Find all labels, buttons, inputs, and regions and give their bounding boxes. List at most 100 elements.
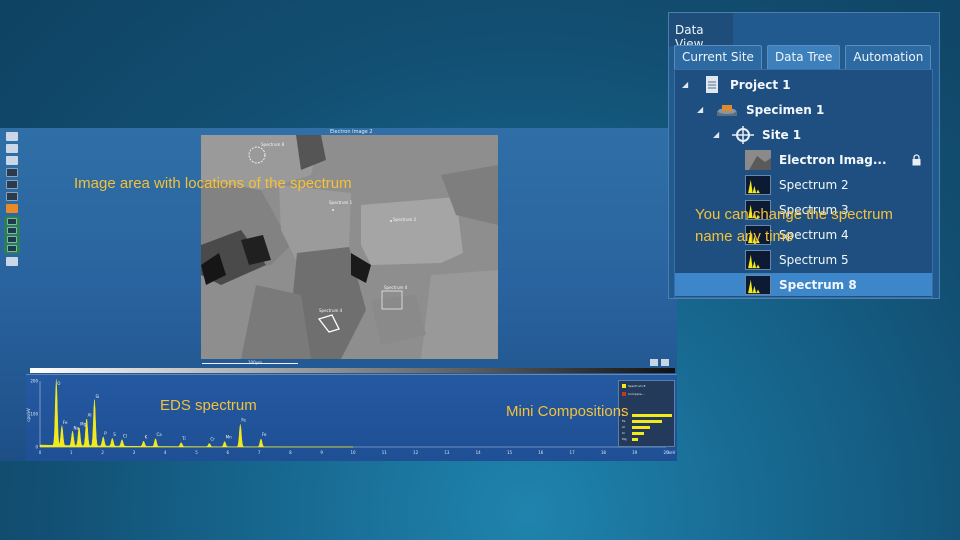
x-tick-label: 18 (601, 450, 607, 455)
tree-item-label: Spectrum 5 (779, 252, 849, 267)
peak-label: Fe (63, 420, 68, 425)
spectrum-icon (745, 249, 771, 270)
electron-image[interactable]: Spectrum 8 Spectrum 1 Spectrum 2 Spectru… (201, 135, 498, 359)
x-axis-unit: keV (668, 450, 676, 455)
ellipse-tool-icon[interactable] (6, 192, 18, 201)
peak-label: K (145, 435, 148, 440)
spectrum-marker-label: Spectrum 8 (261, 142, 285, 147)
element-label: Al (622, 425, 625, 429)
brightness-slider[interactable] (30, 368, 675, 373)
peak-label: Mn (226, 435, 232, 440)
x-tick-label: 6 (227, 450, 230, 455)
image-toolbar (2, 130, 22, 280)
peak-label: Fe (262, 432, 267, 437)
x-tick-label: 8 (289, 450, 292, 455)
data-tree: ◢ Project 1 ◢ Specimen 1 ◢ Site 1 Electr… (674, 69, 933, 298)
x-tick-label: 17 (570, 450, 576, 455)
series-swatch (622, 392, 626, 396)
freehand-tool-icon[interactable] (6, 204, 18, 213)
x-tick-label: 13 (444, 450, 450, 455)
data-view-panel: Data View Current Site Data Tree Automat… (668, 12, 940, 299)
lock-icon[interactable] (911, 153, 922, 166)
mini-series-row[interactable]: Spectrum 8 (622, 384, 645, 388)
y-axis-label: cps/eV (26, 408, 31, 422)
data-view-tabs: Current Site Data Tree Automation (674, 45, 932, 69)
x-tick-label: 1 (70, 450, 73, 455)
rectangle-tool-icon[interactable] (6, 180, 18, 189)
tab-automation[interactable]: Automation (845, 45, 932, 69)
acquire-area-icon[interactable] (7, 227, 17, 234)
tree-item-project[interactable]: ◢ Project 1 (675, 73, 932, 96)
tree-item-spectrum-selected[interactable]: Spectrum 8 (675, 273, 932, 296)
tree-item-spectrum[interactable]: Spectrum 5 (675, 248, 932, 271)
fit-icon[interactable] (661, 359, 669, 366)
x-tick-label: 5 (195, 450, 198, 455)
acquire-line-icon[interactable] (7, 236, 17, 243)
annotation-image-area: Image area with locations of the spectru… (74, 175, 352, 192)
peak-label: Cl (123, 433, 127, 438)
mini-series-row[interactable]: Compare... (622, 392, 644, 396)
x-tick-label: 7 (258, 450, 261, 455)
series-name: Spectrum 8 (628, 384, 646, 388)
series-swatch (622, 384, 626, 388)
tree-item-label: Project 1 (730, 77, 791, 92)
x-tick-label: 3 (133, 450, 136, 455)
collapse-arrow-icon[interactable]: ◢ (713, 130, 719, 139)
peak-label: P (104, 431, 107, 436)
spectrum-icon (745, 174, 771, 195)
tree-item-label: Site 1 (762, 127, 802, 142)
peak-label: Na (74, 425, 80, 430)
x-tick-label: 0 (39, 450, 42, 455)
acquire-point-icon[interactable] (7, 218, 17, 225)
data-view-title: Data View (669, 13, 733, 51)
peak-label: O (57, 381, 60, 386)
composition-bar (632, 431, 644, 435)
tree-item-electron-image[interactable]: Electron Imag... (675, 148, 932, 171)
x-tick-label: 4 (164, 450, 167, 455)
document-icon (706, 75, 718, 93)
sem-micrograph (201, 135, 498, 359)
crosshair-icon (732, 125, 754, 144)
composition-bar (632, 413, 672, 417)
tree-item-spectrum[interactable]: Spectrum 2 (675, 173, 932, 196)
composition-bar (632, 419, 662, 423)
tab-data-tree[interactable]: Data Tree (766, 45, 841, 69)
x-tick-label: 12 (413, 450, 419, 455)
tab-current-site[interactable]: Current Site (674, 45, 762, 69)
tree-item-label: Electron Imag... (779, 152, 887, 167)
x-tick-label: 10 (350, 450, 356, 455)
point-tool-icon[interactable] (6, 168, 18, 177)
spectrum-marker-label: Spectrum 1 (329, 200, 353, 205)
electron-image-icon (745, 149, 771, 170)
element-label: Si (622, 431, 625, 435)
spectrum-marker-label: Spectrum 4 (384, 285, 408, 290)
collapse-arrow-icon[interactable]: ◢ (682, 80, 688, 89)
composition-row: Mg (622, 436, 672, 442)
settings-tool-icon[interactable] (6, 257, 18, 266)
text-tool-icon[interactable] (6, 156, 18, 165)
pointer-tool-icon[interactable] (6, 132, 18, 141)
peak-label: Ti (181, 436, 185, 441)
collapse-arrow-icon[interactable]: ◢ (697, 105, 703, 114)
peak-label: Si (95, 394, 99, 399)
tree-item-site[interactable]: ◢ Site 1 (675, 123, 932, 146)
composition-bar (632, 437, 638, 441)
specimen-icon (717, 104, 737, 116)
scale-bar-label: 100µm (248, 360, 263, 365)
peak-label: Al (88, 412, 92, 417)
spectrum-icon (745, 274, 771, 295)
tree-item-label: Spectrum 8 (779, 277, 857, 292)
measure-tool-icon[interactable] (6, 144, 18, 153)
zoom-icon[interactable] (650, 359, 658, 366)
annotation-mini-compositions: Mini Compositions (506, 403, 629, 420)
acquire-map-icon[interactable] (7, 245, 17, 252)
element-label: Mg (622, 437, 627, 441)
tree-item-specimen[interactable]: ◢ Specimen 1 (675, 98, 932, 121)
peak-label: S (113, 432, 116, 437)
mini-composition-bars: O Fe Al Si Mg (622, 412, 672, 442)
peak-label: Mg (80, 422, 86, 427)
x-tick-label: 15 (507, 450, 513, 455)
y-tick-label: 0 (35, 445, 38, 450)
series-name: Compare... (628, 392, 645, 396)
tree-item-label: Spectrum 2 (779, 177, 849, 192)
